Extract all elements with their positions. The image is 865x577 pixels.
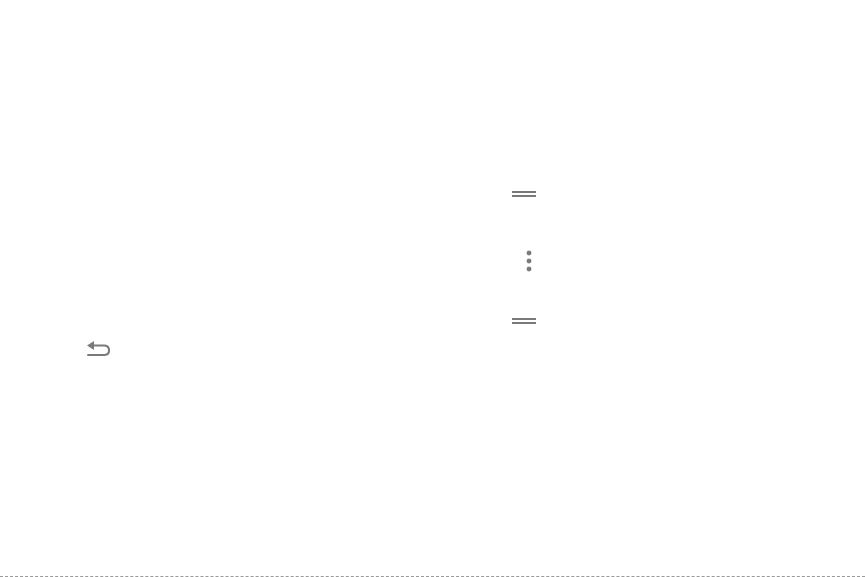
more-options-icon[interactable]	[521, 249, 537, 273]
drag-handle-icon[interactable]	[511, 189, 537, 199]
back-arrow-icon[interactable]	[84, 338, 112, 358]
drag-handle-icon[interactable]	[511, 316, 537, 326]
